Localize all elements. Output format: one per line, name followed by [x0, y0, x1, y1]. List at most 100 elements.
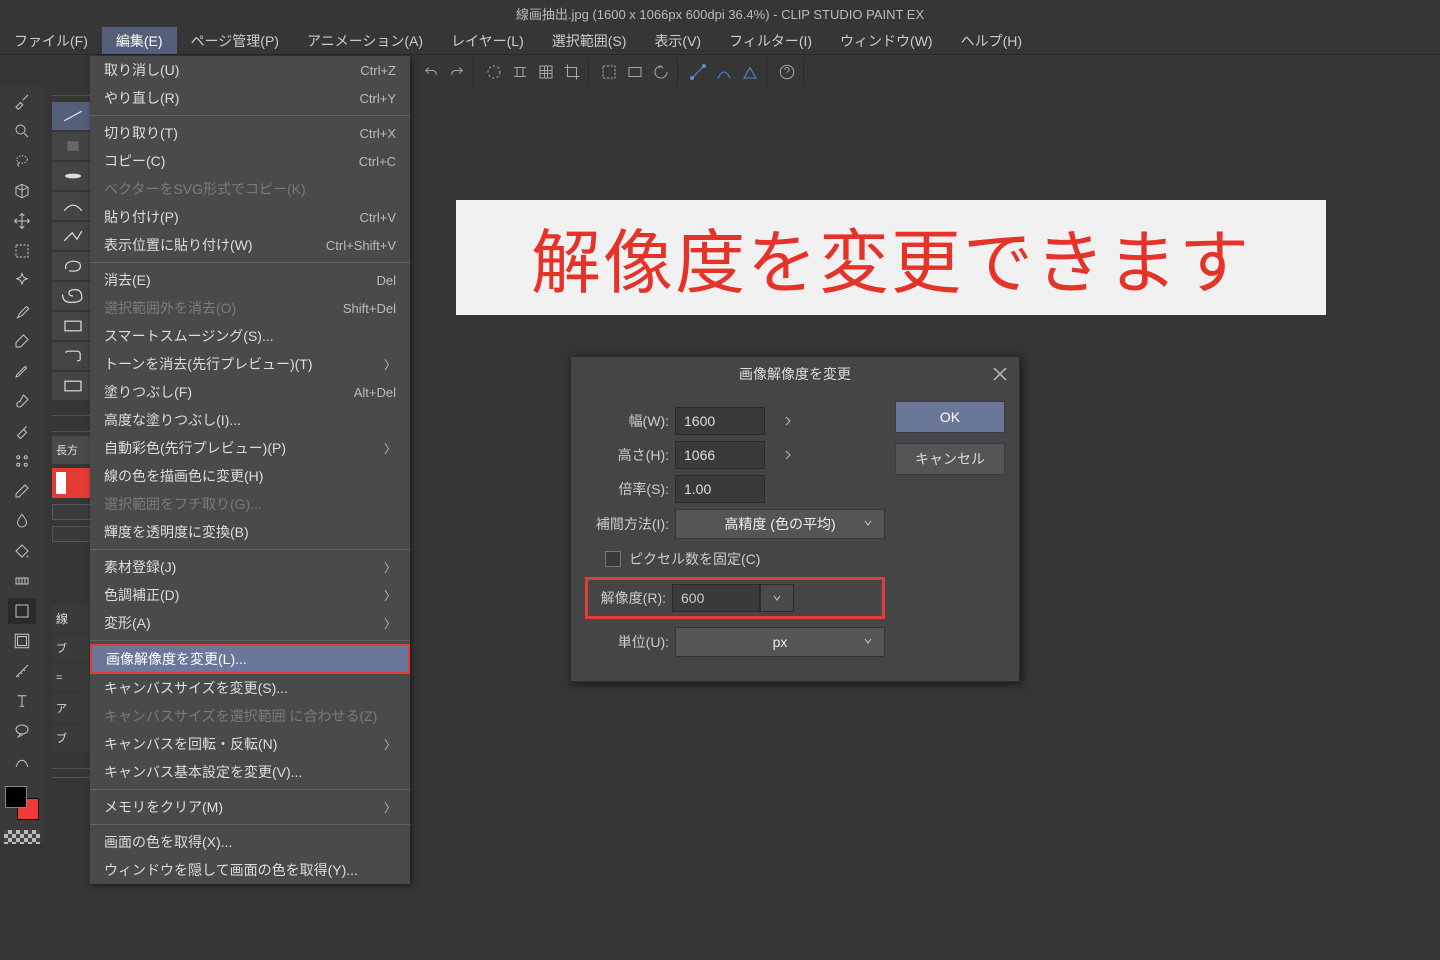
zoom-tool-icon[interactable] [8, 118, 36, 144]
help-icon[interactable] [775, 61, 799, 83]
menu-pasteat[interactable]: 表示位置に貼り付け(W)Ctrl+Shift+V [90, 231, 410, 259]
paintbrush-tool-icon[interactable] [8, 388, 36, 414]
menu-clearmem[interactable]: メモリをクリア(M)〉 [90, 793, 410, 821]
height-field[interactable]: 1066 [675, 441, 765, 469]
lasso-tool-icon[interactable] [8, 148, 36, 174]
menu-clear[interactable]: 消去(E)Del [90, 266, 410, 294]
menu-help[interactable]: ヘルプ(H) [947, 27, 1036, 54]
marquee-tool-icon[interactable] [8, 238, 36, 264]
grid-icon[interactable] [534, 61, 558, 83]
menu-paste[interactable]: 貼り付け(P)Ctrl+V [90, 203, 410, 231]
menu-tone[interactable]: トーンを消去(先行プレビュー)(T)〉 [90, 350, 410, 378]
correct-tool-icon[interactable] [8, 748, 36, 774]
blend-tool-icon[interactable] [8, 508, 36, 534]
panel-grip[interactable] [52, 768, 94, 778]
close-icon[interactable] [991, 365, 1009, 383]
menu-filter[interactable]: フィルター(I) [715, 27, 826, 54]
wand-tool-icon[interactable] [8, 268, 36, 294]
subtool-rect2[interactable] [52, 372, 94, 400]
menu-layer[interactable]: レイヤー(L) [437, 27, 538, 54]
menu-fill[interactable]: 塗りつぶし(F)Alt+Del [90, 378, 410, 406]
subtool-label-brush[interactable]: ブ [52, 634, 94, 662]
menu-tonecorr[interactable]: 色調補正(D)〉 [90, 581, 410, 609]
menu-copy[interactable]: コピー(C)Ctrl+C [90, 147, 410, 175]
color-swatch[interactable] [5, 786, 39, 820]
3d-tool-icon[interactable] [8, 178, 36, 204]
path-tool-icon[interactable] [686, 61, 710, 83]
gradient-tool-icon[interactable] [8, 568, 36, 594]
subtool-line[interactable] [52, 102, 94, 130]
subtool-label-b[interactable]: ブ [52, 724, 94, 752]
menu-linecolor[interactable]: 線の色を描画色に変更(H) [90, 462, 410, 490]
menu-redo[interactable]: やり直し(R)Ctrl+Y [90, 84, 410, 112]
menu-edit[interactable]: 編集(E) [102, 27, 177, 54]
width-expand-icon[interactable] [773, 407, 803, 435]
menu-animation[interactable]: アニメーション(A) [293, 27, 437, 54]
subtool-label-anti[interactable]: ア [52, 694, 94, 722]
rect-icon[interactable] [623, 61, 647, 83]
subtool-polyline[interactable] [52, 222, 94, 250]
rotate-icon[interactable] [649, 61, 673, 83]
subtool-stamp[interactable] [52, 132, 94, 160]
airbrush-tool-icon[interactable] [8, 418, 36, 444]
subtool-label-stroke[interactable]: = [52, 664, 94, 692]
unit-select[interactable]: px [675, 627, 885, 657]
eraser-tool-icon[interactable] [8, 478, 36, 504]
loading-icon[interactable] [482, 61, 506, 83]
pen-tool-icon[interactable] [8, 328, 36, 354]
resolution-field[interactable]: 600 [672, 584, 760, 612]
menu-imageres[interactable]: 画像解像度を変更(L)... [90, 644, 410, 674]
subtool-slot-2[interactable] [52, 526, 94, 542]
menu-undo[interactable]: 取り消し(U)Ctrl+Z [90, 56, 410, 84]
subtool-stream[interactable] [52, 162, 94, 190]
move-tool-icon[interactable] [8, 208, 36, 234]
deco-tool-icon[interactable] [8, 448, 36, 474]
ok-button[interactable]: OK [895, 401, 1005, 433]
balloon-tool-icon[interactable] [8, 718, 36, 744]
menu-advfill[interactable]: 高度な塗りつぶし(I)... [90, 406, 410, 434]
menu-cut[interactable]: 切り取り(T)Ctrl+X [90, 119, 410, 147]
menu-page[interactable]: ページ管理(P) [177, 27, 293, 54]
redo-icon[interactable] [445, 61, 469, 83]
clear-icon[interactable] [508, 61, 532, 83]
menu-view[interactable]: 表示(V) [640, 27, 715, 54]
crop-icon[interactable] [560, 61, 584, 83]
menu-canvasbasic[interactable]: キャンバス基本設定を変更(V)... [90, 758, 410, 786]
bucket-tool-icon[interactable] [8, 538, 36, 564]
subtool-slot-1[interactable] [52, 504, 94, 520]
text-tool-icon[interactable] [8, 688, 36, 714]
subtool-roundrect[interactable] [52, 342, 94, 370]
resolution-dropdown-icon[interactable] [760, 584, 794, 612]
perspective-icon[interactable] [738, 61, 762, 83]
menu-file[interactable]: ファイル(F) [0, 27, 102, 54]
subtool-curve[interactable] [52, 192, 94, 220]
curve-tool-icon[interactable] [712, 61, 736, 83]
fixpixel-row[interactable]: ピクセル数を固定(C) [585, 549, 885, 569]
menu-autocolor[interactable]: 自動彩色(先行プレビュー)(P)〉 [90, 434, 410, 462]
cancel-button[interactable]: キャンセル [895, 443, 1005, 475]
pencil-tool-icon[interactable] [8, 358, 36, 384]
subtool-rect[interactable] [52, 312, 94, 340]
height-expand-icon[interactable] [773, 441, 803, 469]
menu-lumalpha[interactable]: 輝度を透明度に変換(B) [90, 518, 410, 546]
brush-tool-icon[interactable] [8, 88, 36, 114]
scale-field[interactable]: 1.00 [675, 475, 765, 503]
ruler-tool-icon[interactable] [8, 658, 36, 684]
fixpixel-checkbox[interactable] [605, 551, 621, 567]
color-preview[interactable] [52, 468, 94, 498]
width-field[interactable]: 1600 [675, 407, 765, 435]
menu-smart[interactable]: スマートスムージング(S)... [90, 322, 410, 350]
menu-canvasrotate[interactable]: キャンバスを回転・反転(N)〉 [90, 730, 410, 758]
menu-hidewin[interactable]: ウィンドウを隠して画面の色を取得(Y)... [90, 856, 410, 884]
subtool-label-rect[interactable]: 長方 [52, 436, 94, 464]
eyedropper-tool-icon[interactable] [8, 298, 36, 324]
menu-transform[interactable]: 変形(A)〉 [90, 609, 410, 637]
subtool-lasso[interactable] [52, 252, 94, 280]
main-color[interactable] [5, 786, 27, 808]
menu-material[interactable]: 素材登録(J)〉 [90, 553, 410, 581]
selection-icon[interactable] [597, 61, 621, 83]
menu-pickcolor[interactable]: 画面の色を取得(X)... [90, 828, 410, 856]
shape-tool-icon[interactable] [8, 598, 36, 624]
transparency-swatch[interactable] [4, 830, 40, 844]
subtool-spiral[interactable] [52, 282, 94, 310]
